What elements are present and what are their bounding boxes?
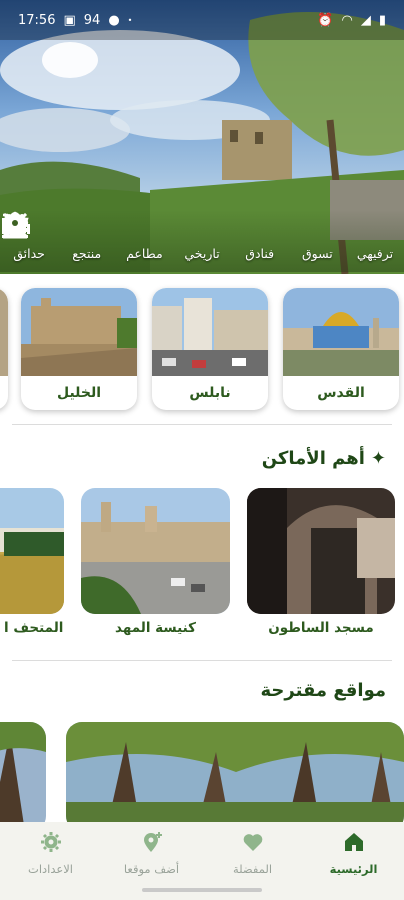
- nav-label: الرئيسية: [329, 862, 378, 876]
- category-label: ترفيهي: [356, 246, 394, 261]
- sync-icon: ●: [108, 12, 120, 28]
- suggested-image: [66, 722, 404, 832]
- city-name: الخليل: [56, 385, 102, 401]
- city-name: [0, 376, 8, 410]
- status-time: 17:56: [18, 12, 56, 28]
- category-label: مطاعم: [126, 246, 163, 261]
- section-divider: [12, 424, 392, 425]
- place-card[interactable]: مسجد الساطون: [247, 488, 395, 638]
- city-card-partial[interactable]: [0, 288, 8, 410]
- city-image: [0, 288, 8, 376]
- signal-icon: ◢: [360, 12, 371, 28]
- nav-label: المفضلة: [232, 862, 273, 876]
- app-screen: 17:56 ▣ 94 ● • ⏰ ◠ ◢ ▮ ترفيهي تسوق فنادق…: [0, 0, 404, 900]
- suggested-header: مواقع مقترحة: [261, 680, 386, 701]
- place-name: كنيسة المهد: [115, 620, 196, 636]
- home-icon: [343, 830, 365, 854]
- suggested-image: [0, 722, 46, 832]
- category-shopping[interactable]: تسوق: [3, 210, 344, 272]
- section-divider: [12, 660, 392, 661]
- suggested-card[interactable]: [66, 722, 404, 832]
- category-label: تاريخي: [184, 246, 220, 261]
- category-bar: ترفيهي تسوق فنادق تاريخي مطاعم منتجع حدا…: [0, 210, 404, 272]
- status-bar: 17:56 ▣ 94 ● • ⏰ ◠ ◢ ▮: [0, 0, 404, 40]
- alarm-icon: ⏰: [317, 12, 334, 28]
- top-places-title: أهم الأماكن: [261, 448, 365, 469]
- city-card-nablus[interactable]: نابلس: [152, 288, 268, 410]
- heart-icon: [242, 830, 264, 854]
- nav-label: الاعدادات: [28, 862, 73, 876]
- battery-icon: ▮: [378, 12, 386, 28]
- nav-settings[interactable]: الاعدادات: [6, 830, 96, 900]
- category-entertainment[interactable]: ترفيهي: [4, 210, 402, 272]
- nav-home[interactable]: الرئيسية: [309, 830, 399, 900]
- category-hotels[interactable]: فنادق: [2, 210, 287, 272]
- city-name: نابلس: [189, 385, 231, 401]
- place-image: [247, 488, 395, 614]
- city-card-jerusalem[interactable]: القدس: [283, 288, 399, 410]
- image-notification-icon: ▣: [63, 12, 76, 28]
- battery-percent: 94: [83, 12, 101, 28]
- category-label: منتجع: [72, 246, 102, 261]
- category-gardens[interactable]: حدائق: [2, 210, 56, 272]
- city-name: القدس: [317, 385, 365, 401]
- city-image: [21, 288, 137, 376]
- place-card[interactable]: المتحف ا: [0, 488, 64, 638]
- suggested-card[interactable]: [0, 722, 46, 832]
- suggested-title: مواقع مقترحة: [260, 680, 386, 701]
- place-name: مسجد الساطون: [268, 620, 374, 636]
- dot-icon: •: [127, 15, 133, 25]
- top-places-header: ✦ أهم الأماكن: [262, 448, 386, 469]
- add-location-icon: [141, 830, 163, 854]
- category-label: تسوق: [301, 246, 333, 261]
- category-label: حدائق: [13, 246, 45, 261]
- gesture-bar[interactable]: [142, 888, 262, 892]
- city-card-hebron[interactable]: الخليل: [21, 288, 137, 410]
- cities-carousel[interactable]: القدس نابلس الخليل: [0, 288, 404, 412]
- place-name: المتحف ا: [4, 620, 64, 636]
- suggested-carousel[interactable]: [0, 722, 404, 832]
- category-label: فنادق: [245, 246, 275, 261]
- city-image: [283, 288, 399, 376]
- wifi-icon: ◠: [341, 12, 353, 28]
- sparkle-icon: ✦: [370, 448, 386, 469]
- category-resort[interactable]: منتجع: [2, 210, 114, 272]
- nav-label: أضف موقعا: [123, 862, 180, 876]
- hero-banner: 17:56 ▣ 94 ● • ⏰ ◠ ◢ ▮ ترفيهي تسوق فنادق…: [0, 0, 404, 274]
- gear-icon: [40, 830, 62, 854]
- top-places-carousel[interactable]: مسجد الساطون كنيسة المهد المتحف ا: [0, 488, 404, 638]
- city-image: [152, 288, 268, 376]
- category-restaurants[interactable]: مطاعم: [2, 210, 171, 272]
- place-card[interactable]: كنيسة المهد: [81, 488, 230, 638]
- place-image: [0, 488, 64, 614]
- place-image: [81, 488, 230, 614]
- category-historical[interactable]: تاريخي: [2, 210, 229, 272]
